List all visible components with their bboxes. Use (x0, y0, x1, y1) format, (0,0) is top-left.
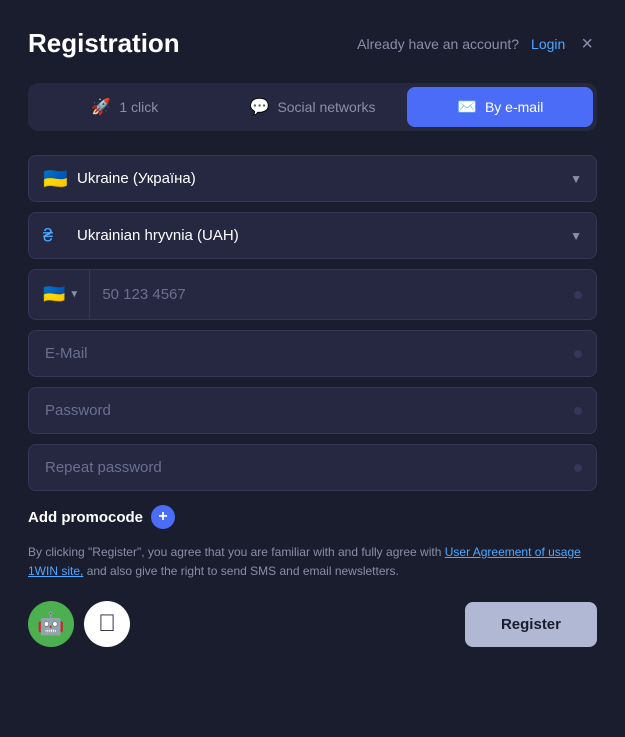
apple-icon:  (98, 610, 116, 638)
phone-group: 🇺🇦 ▼ (28, 269, 597, 320)
terms-after: and also give the right to send SMS and … (87, 564, 399, 578)
repeat-password-status-dot (574, 464, 582, 472)
bottom-row: 🤖  Register (28, 601, 597, 647)
already-text: Already have an account? (357, 36, 519, 52)
apple-app-button[interactable]:  (84, 601, 130, 647)
country-group: 🇺🇦 Ukraine (Україна) ▼ (28, 155, 597, 202)
tab-email-label: By e-mail (485, 99, 543, 115)
phone-flag-area[interactable]: 🇺🇦 ▼ (29, 270, 90, 319)
email-icon: ✉️ (457, 97, 477, 117)
tab-one-click[interactable]: 🚀 1 click (32, 87, 218, 127)
phone-input[interactable] (90, 272, 596, 317)
tab-email[interactable]: ✉️ By e-mail (407, 87, 593, 127)
email-input[interactable] (29, 331, 596, 376)
password-status-dot (574, 407, 582, 415)
add-promo-icon: + (151, 505, 175, 529)
phone-wrapper: 🇺🇦 ▼ (28, 269, 597, 320)
close-button[interactable]: × (577, 30, 597, 58)
register-button[interactable]: Register (465, 602, 597, 647)
email-status-dot (574, 350, 582, 358)
phone-chevron-icon: ▼ (69, 289, 79, 300)
app-icons: 🤖  (28, 601, 130, 647)
registration-modal: Registration Already have an account? Lo… (0, 0, 625, 737)
phone-status-dot (574, 291, 582, 299)
password-input[interactable] (29, 388, 596, 433)
page-title: Registration (28, 28, 180, 59)
email-wrapper (28, 330, 597, 377)
repeat-password-wrapper (28, 444, 597, 491)
country-select[interactable]: Ukraine (Україна) (29, 156, 596, 201)
repeat-password-input[interactable] (29, 445, 596, 490)
password-wrapper (28, 387, 597, 434)
phone-flag-icon: 🇺🇦 (43, 284, 65, 305)
country-select-wrapper: 🇺🇦 Ukraine (Україна) ▼ (28, 155, 597, 202)
currency-select[interactable]: Ukrainian hryvnia (UAH) (29, 213, 596, 258)
header-right: Already have an account? Login × (357, 30, 597, 58)
android-icon: 🤖 (37, 611, 64, 637)
tab-bar: 🚀 1 click 💬 Social networks ✉️ By e-mail (28, 83, 597, 131)
password-group (28, 387, 597, 434)
currency-group: ₴ Ukrainian hryvnia (UAH) ▼ (28, 212, 597, 259)
login-link[interactable]: Login (531, 36, 565, 52)
tab-social-label: Social networks (277, 99, 375, 115)
android-app-button[interactable]: 🤖 (28, 601, 74, 647)
header-row: Registration Already have an account? Lo… (28, 28, 597, 59)
terms-before: By clicking "Register", you agree that y… (28, 545, 441, 559)
tab-social[interactable]: 💬 Social networks (220, 87, 406, 127)
currency-select-wrapper: ₴ Ukrainian hryvnia (UAH) ▼ (28, 212, 597, 259)
email-group (28, 330, 597, 377)
social-icon: 💬 (250, 97, 270, 117)
add-promo-label: Add promocode (28, 509, 143, 526)
repeat-password-group (28, 444, 597, 491)
one-click-icon: 🚀 (91, 97, 111, 117)
tab-one-click-label: 1 click (119, 99, 158, 115)
add-promo-row[interactable]: Add promocode + (28, 505, 597, 529)
terms-text: By clicking "Register", you agree that y… (28, 543, 597, 581)
